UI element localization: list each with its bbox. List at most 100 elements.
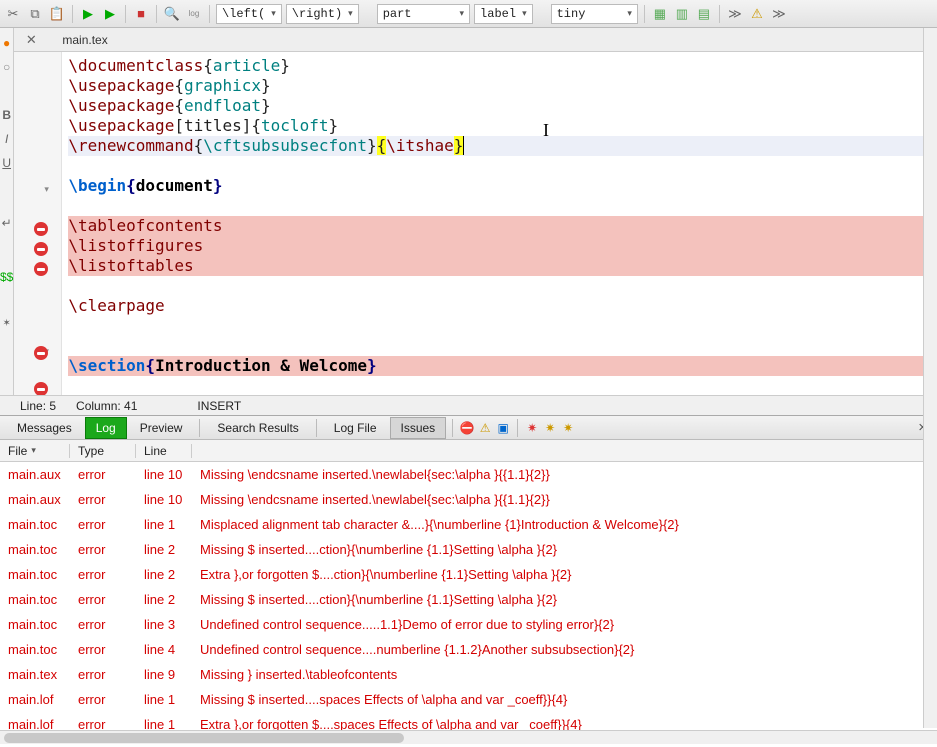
tab-title[interactable]: main.tex (48, 33, 121, 47)
combo-left[interactable]: \left( ▾ (216, 4, 282, 24)
tok-brace: { (194, 136, 204, 155)
tok-opt: [titles] (174, 116, 251, 135)
tok-brace: } (261, 96, 271, 115)
tok-cmd: \documentclass (68, 56, 203, 75)
table-row[interactable]: main.tocerrorline 2Extra },or forgotten … (0, 562, 937, 587)
issues-rows: main.auxerrorline 10Missing \endcsname i… (0, 462, 937, 730)
bold-button[interactable]: B (2, 108, 11, 122)
column-icon[interactable]: ▥ (673, 5, 691, 23)
error-marker-icon[interactable] (34, 222, 48, 236)
paste-icon[interactable]: 📋 (48, 5, 66, 23)
cut-icon[interactable]: ✂ (4, 5, 22, 23)
table-icon[interactable]: ▦ (651, 5, 669, 23)
filter-warning-icon[interactable]: ⚠ (477, 420, 493, 436)
row-icon[interactable]: ▤ (695, 5, 713, 23)
cell-file: main.toc (0, 617, 70, 632)
tok-cmd: \listoffigures (68, 236, 203, 255)
underline-button[interactable]: U (2, 156, 11, 170)
vertical-scrollbar[interactable] (923, 28, 937, 728)
cell-type: error (70, 542, 136, 557)
show-badbox-icon[interactable]: ✷ (560, 420, 576, 436)
cell-line: line 10 (136, 467, 192, 482)
run-step-icon[interactable]: ▶ (101, 5, 119, 23)
error-marker-icon[interactable] (34, 346, 48, 360)
scrollbar-thumb[interactable] (4, 733, 404, 743)
table-row[interactable]: main.tocerrorline 2Missing $ inserted...… (0, 537, 937, 562)
table-row[interactable]: main.tocerrorline 1Misplaced alignment t… (0, 512, 937, 537)
cell-line: line 3 (136, 617, 192, 632)
show-error-icon[interactable]: ✷ (524, 420, 540, 436)
code-editor[interactable]: \documentclass{article} \usepackage{grap… (62, 52, 937, 395)
cell-line: line 2 (136, 567, 192, 582)
italic-button[interactable]: I (5, 132, 8, 146)
table-row[interactable]: main.loferrorline 1Extra },or forgotten … (0, 712, 937, 730)
chevron-down-icon: ▾ (627, 9, 632, 19)
marker-icon[interactable]: ● (3, 36, 10, 50)
error-marker-icon[interactable] (34, 262, 48, 276)
tab-messages[interactable]: Messages (6, 417, 83, 439)
close-tab-button[interactable]: ✕ (24, 33, 38, 47)
error-marker-icon[interactable] (34, 242, 48, 256)
combo-tiny[interactable]: tiny ▾ (551, 4, 638, 24)
combo-label[interactable]: label ▾ (474, 4, 533, 24)
toolbar-separator (125, 5, 126, 23)
cell-line: line 2 (136, 542, 192, 557)
table-row[interactable]: main.loferrorline 1Missing $ inserted...… (0, 687, 937, 712)
table-row[interactable]: main.auxerrorline 10Missing \endcsname i… (0, 487, 937, 512)
filter-badbox-icon[interactable]: ▣ (495, 420, 511, 436)
combo-text: \right) (292, 7, 342, 21)
tab-separator (517, 419, 518, 437)
view-log-icon[interactable]: log (185, 5, 203, 23)
toolbar-separator (644, 5, 645, 23)
run-icon[interactable]: ▶ (79, 5, 97, 23)
warning-icon[interactable]: ⚠ (748, 5, 766, 23)
table-row[interactable]: main.auxerrorline 10Missing \endcsname i… (0, 462, 937, 487)
copy-icon[interactable]: ⧉ (26, 5, 44, 23)
cell-file: main.toc (0, 517, 70, 532)
tab-search-results[interactable]: Search Results (206, 417, 309, 439)
header-file[interactable]: File ▾ (0, 444, 70, 458)
dollar-icon[interactable]: $$ (0, 270, 13, 284)
new-line-icon[interactable]: ↵ (2, 216, 12, 230)
tab-log-file[interactable]: Log File (323, 417, 388, 439)
marker-icon[interactable]: ○ (3, 60, 10, 74)
header-line[interactable]: Line (136, 444, 192, 458)
editor-column: ✕ main.tex ▾ ▾ \documentclass{article} \… (14, 28, 937, 395)
header-type[interactable]: Type (70, 444, 136, 458)
table-row[interactable]: main.tocerrorline 3Undefined control seq… (0, 612, 937, 637)
tok-brace: { (203, 56, 213, 75)
tab-issues[interactable]: Issues (390, 417, 447, 439)
tok-cmd: \itshae (386, 136, 453, 155)
horizontal-scrollbar[interactable] (0, 730, 937, 744)
cell-line: line 1 (136, 692, 192, 707)
cell-msg: Missing $ inserted....ction}{\numberline… (192, 542, 937, 557)
table-row[interactable]: main.texerrorline 9Missing } inserted.\t… (0, 662, 937, 687)
chevron-down-icon: ▾ (460, 9, 465, 19)
table-row[interactable]: main.tocerrorline 2Missing $ inserted...… (0, 587, 937, 612)
toolbar-separator (209, 5, 210, 23)
combo-part[interactable]: part ▾ (377, 4, 470, 24)
table-row[interactable]: main.tocerrorline 4Undefined control seq… (0, 637, 937, 662)
axes-icon[interactable]: ✶ (2, 318, 10, 329)
tok-brace: } (328, 116, 338, 135)
issues-header: File ▾ Type Line (0, 440, 937, 462)
overflow-icon[interactable]: ≫ (726, 5, 744, 23)
stop-icon[interactable]: ■ (132, 5, 150, 23)
tab-preview[interactable]: Preview (129, 417, 194, 439)
error-marker-icon[interactable] (34, 382, 48, 395)
cell-msg: Missing } inserted.\tableofcontents (192, 667, 937, 682)
tab-log[interactable]: Log (85, 417, 127, 439)
tok-brace: } (280, 56, 290, 75)
fold-icon[interactable]: ▾ (44, 184, 49, 195)
show-warning-icon[interactable]: ✷ (542, 420, 558, 436)
tok-arg: article (213, 56, 280, 75)
view-icon[interactable]: 🔍 (163, 5, 181, 23)
tok-arg: Introduction & Welcome (155, 356, 367, 375)
more-overflow-icon[interactable]: ≫ (770, 5, 788, 23)
cell-msg: Undefined control sequence.....1.1}Demo … (192, 617, 937, 632)
cell-line: line 9 (136, 667, 192, 682)
filter-error-icon[interactable]: ⛔ (459, 420, 475, 436)
status-bar: Line: 5 Column: 41 INSERT (0, 395, 937, 415)
tok-cmd: \usepackage (68, 76, 174, 95)
combo-right[interactable]: \right) ▾ (286, 4, 359, 24)
